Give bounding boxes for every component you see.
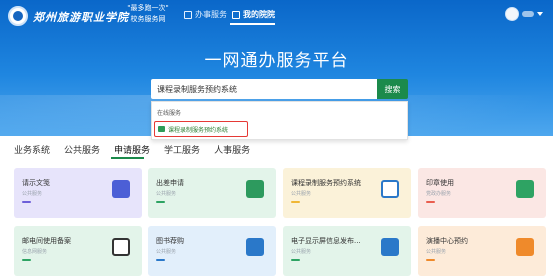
- screen-icon: [381, 180, 399, 198]
- card-category: 公共服务: [291, 191, 312, 197]
- building-icon: [232, 10, 240, 19]
- tab-student-affairs[interactable]: 学工服务: [164, 143, 200, 156]
- nav-item-label: 我的院院: [243, 10, 275, 19]
- search-button[interactable]: 搜索: [377, 79, 408, 99]
- search-input-value: 课程录制服务预约系统: [157, 84, 237, 94]
- slogan-line-1: "最多跑一次": [127, 4, 169, 12]
- monitor-icon: [112, 238, 130, 256]
- nav-item-label: 办事服务: [195, 10, 227, 19]
- avatar[interactable]: [505, 7, 519, 21]
- card-accent-bar: [22, 259, 31, 261]
- tab-active-indicator: [111, 157, 144, 159]
- top-bar: 郑州旅游职业学院 "最多跑一次" 校务服务网 办事服务 我的院院: [0, 0, 553, 30]
- document-icon: [112, 180, 130, 198]
- card-title: 图书荐购: [156, 237, 184, 245]
- username-redacted: [522, 11, 534, 17]
- card-category: 公共服务: [291, 249, 312, 255]
- card-accent-bar: [291, 201, 300, 203]
- nav-item-my-college[interactable]: 我的院院: [232, 9, 275, 20]
- slogan-line-2: 校务服务网: [130, 15, 166, 23]
- slogan: "最多跑一次" 校务服务网: [118, 3, 178, 25]
- chevron-down-icon[interactable]: [537, 12, 543, 16]
- card-title: 邮电间使用备案: [22, 237, 71, 245]
- service-card[interactable]: 邮电间使用备案 信息网服务: [14, 226, 142, 276]
- airplane-icon: [246, 180, 264, 198]
- service-card[interactable]: 图书荐购 公共服务: [148, 226, 276, 276]
- service-card[interactable]: 电子显示屏信息发布... 公共服务: [283, 226, 411, 276]
- card-category: 公共服务: [156, 191, 177, 197]
- tab-business-systems[interactable]: 业务系统: [14, 143, 50, 156]
- tab-hr-services[interactable]: 人事服务: [214, 143, 250, 156]
- card-title: 课程录制服务预约系统: [291, 179, 361, 187]
- service-card[interactable]: 演播中心预约 公共服务: [418, 226, 546, 276]
- printer-icon: [516, 238, 534, 256]
- category-tabs: 业务系统 公共服务 申请服务 学工服务 人事服务: [14, 143, 264, 156]
- card-category: 信息网服务: [22, 249, 48, 255]
- card-category: 党政办服务: [426, 191, 452, 197]
- card-title: 出差申请: [156, 179, 184, 187]
- card-accent-bar: [156, 201, 165, 203]
- school-logo-icon[interactable]: [8, 6, 28, 26]
- card-category: 公共服务: [22, 191, 43, 197]
- card-accent-bar: [156, 259, 165, 261]
- card-title: 印章使用: [426, 179, 454, 187]
- service-icon: [158, 126, 165, 132]
- card-accent-bar: [291, 259, 300, 261]
- suggestion-group-label: 在线服务: [157, 110, 182, 117]
- card-category: 公共服务: [426, 249, 447, 255]
- service-card[interactable]: 印章使用 党政办服务: [418, 168, 546, 218]
- stamp-icon: [516, 180, 534, 198]
- school-name[interactable]: 郑州旅游职业学院: [33, 9, 129, 25]
- service-card[interactable]: 请示文笺 公共服务: [14, 168, 142, 218]
- suggestion-item[interactable]: 课程录制服务预约系统: [154, 121, 248, 137]
- service-card[interactable]: 课程录制服务预约系统 公共服务: [283, 168, 411, 218]
- card-title: 请示文笺: [22, 179, 50, 187]
- card-title: 电子显示屏信息发布...: [291, 237, 361, 245]
- card-category: 公共服务: [156, 249, 177, 255]
- suggestion-item-label: 课程录制服务预约系统: [168, 126, 229, 134]
- tab-application-services[interactable]: 申请服务: [114, 143, 150, 156]
- search-input[interactable]: 课程录制服务预约系统: [151, 79, 377, 99]
- desk-icon: [184, 10, 192, 19]
- search-suggestions-dropdown: 在线服务 课程录制服务预约系统: [151, 101, 408, 140]
- service-card[interactable]: 出差申请 公共服务: [148, 168, 276, 218]
- card-accent-bar: [426, 259, 435, 261]
- printer-icon: [246, 238, 264, 256]
- card-accent-bar: [426, 201, 435, 203]
- nav-active-indicator: [230, 23, 275, 25]
- user-menu[interactable]: [505, 7, 543, 21]
- card-title: 演播中心预约: [426, 237, 468, 245]
- page-title: 一网通办服务平台: [204, 51, 349, 71]
- led-icon: [381, 238, 399, 256]
- tab-public-services[interactable]: 公共服务: [64, 143, 100, 156]
- card-accent-bar: [22, 201, 31, 203]
- nav-item-services[interactable]: 办事服务: [184, 9, 227, 20]
